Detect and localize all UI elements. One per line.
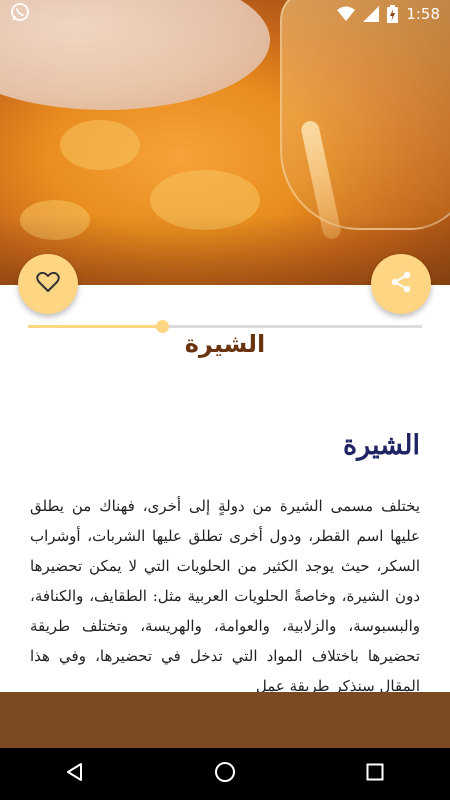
heart-outline-icon <box>36 271 60 297</box>
share-button[interactable] <box>371 254 431 314</box>
favorite-button[interactable] <box>18 254 78 314</box>
progress-fill <box>28 325 162 328</box>
recipe-title: الشيرة <box>184 330 266 358</box>
recipe-body: يختلف مسمى الشيرة من دولةٍ إلى أخرى، فهن… <box>30 497 420 692</box>
home-button[interactable] <box>195 748 255 800</box>
recents-icon <box>366 763 384 785</box>
back-icon <box>65 762 85 786</box>
recipe-content: الشيرة يختلف مسمى الشيرة من دولةٍ إلى أخ… <box>30 430 420 692</box>
section-heading: الشيرة <box>342 430 420 461</box>
status-bar: 1:58 <box>0 0 450 28</box>
navigation-bar <box>0 748 450 800</box>
share-icon <box>390 271 412 297</box>
hero-image <box>0 0 450 285</box>
bottom-banner <box>0 692 450 748</box>
back-button[interactable] <box>45 748 105 800</box>
whatsapp-icon <box>10 2 30 26</box>
recents-button[interactable] <box>345 748 405 800</box>
progress-slider[interactable] <box>28 320 422 333</box>
home-icon <box>214 761 236 787</box>
signal-icon <box>363 6 380 22</box>
battery-charging-icon <box>387 5 399 23</box>
syrup-jar <box>280 0 450 230</box>
clock: 1:58 <box>406 5 440 23</box>
wifi-icon <box>337 6 356 22</box>
pastry-texture <box>60 120 140 170</box>
